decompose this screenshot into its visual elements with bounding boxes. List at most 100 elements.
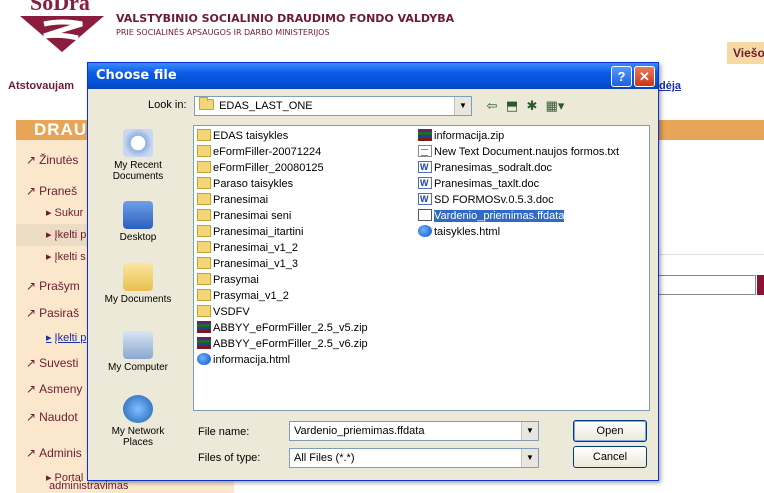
place-desktop[interactable]: Desktop [98,201,178,243]
help-button[interactable]: ? [611,66,632,87]
file-list-item[interactable]: Pranesimai_v1_2 [197,241,298,256]
cancel-button[interactable]: Cancel [573,446,647,468]
file-list-item[interactable]: Pranesimai_itartini [197,225,303,240]
desktop-icon [123,201,153,229]
file-list-item[interactable]: taisykles.html [418,225,500,240]
sidebar-item-label: Žinutės [39,153,79,167]
doc-icon [418,160,432,175]
file-name-value: Vardenio_priemimas.ffdata [294,425,425,437]
file-list-item[interactable]: VSDFV [197,305,250,320]
sodra-logo: SoDra [20,0,104,52]
file-list-item[interactable]: Vardenio_priemimas.ffdata [418,209,565,224]
files-of-type-select[interactable]: All Files (*.*) ▼ [289,448,539,468]
folder-icon [197,257,211,269]
header-subtitle: PRIE SOCIALINĖS APSAUGOS IR DARBO MINIST… [116,28,330,37]
bullet-icon: ▸ [46,229,52,241]
dialog-titlebar[interactable]: Choose file [88,63,658,89]
sidebar-item-label: Naudot [39,410,78,424]
ff-icon [418,209,432,221]
file-list-item[interactable]: Paraso taisykles [197,177,293,192]
chevron-down-icon[interactable]: ▼ [521,422,538,440]
folder-icon [197,209,211,221]
folder-icon [197,161,211,173]
sidebar-item-label: Pasiraš [39,306,80,320]
place-label: My Network Places [111,426,165,448]
atstovaujam-label: Atstovaujam [8,80,75,92]
network-places-icon [123,395,153,423]
folder-icon [197,145,211,157]
places-bar: My Recent Documents Desktop My Documents… [98,125,178,460]
sidebar-item-label: Įkelti p [54,229,87,241]
bullet-icon: ▸ [46,251,52,263]
open-button[interactable]: Open [573,420,647,442]
place-my-documents[interactable]: My Documents [98,263,178,305]
file-name-text: Pranesimas_taxlt.doc [434,178,540,190]
chevron-down-icon[interactable]: ▼ [454,97,471,115]
page-input[interactable] [656,275,756,295]
look-in-select[interactable]: EDAS_LAST_ONE ▼ [194,96,472,116]
sidebar-item-label: Praneš [39,184,78,198]
right-link[interactable]: dėja [659,80,681,92]
file-list-item[interactable]: EDAS taisykles [197,129,288,144]
page-button[interactable] [757,275,764,295]
my-computer-icon [123,331,153,359]
zip-icon [197,321,211,333]
bullet-icon: ▸ [46,332,52,344]
sidebar-item-label: Sukur [54,207,84,219]
file-list-item[interactable]: Prasymai_v1_2 [197,289,289,304]
file-list-item[interactable]: ABBYY_eFormFiller_2.5_v5.zip [197,321,368,336]
file-name-text: Prasymai [213,274,259,286]
folder-icon [199,97,214,110]
file-list-item[interactable]: Pranesimai [197,193,268,208]
place-my-computer[interactable]: My Computer [98,331,178,373]
view-menu-icon[interactable]: ▦▾ [543,98,567,114]
file-list-item[interactable]: Pranesimas_taxlt.doc [418,176,540,192]
close-button[interactable]: ✕ [634,66,655,87]
file-list-item[interactable]: SD FORMOSv.0.5.3.doc [418,192,554,208]
sidebar-item-label: Įkelti s [54,251,86,263]
arrow-icon: ↗ [26,184,37,198]
file-list[interactable]: EDAS taisykles eFormFiller-20071224 eFormF… [193,125,650,411]
folder-icon [197,241,211,253]
file-name-text: ABBYY_eFormFiller_2.5_v5.zip [213,322,368,334]
file-list-item[interactable]: Pranesimai_v1_3 [197,257,298,272]
sidebar-item-label: Adminis [39,446,82,460]
zip-icon [418,129,432,141]
arrow-icon: ↗ [26,153,37,167]
file-list-item[interactable]: informacija.zip [418,129,504,144]
look-in-label: Look in: [148,99,187,111]
chevron-down-icon[interactable]: ▼ [521,449,538,467]
file-name-text: VSDFV [213,306,250,318]
sidebar-item-label: Asmeny [39,382,83,396]
file-list-item[interactable]: New Text Document.naujos formos.txt [418,145,619,160]
folder-icon [197,305,211,317]
file-name-text: Paraso taisykles [213,178,294,190]
file-list-item[interactable]: eFormFiller_20080125 [197,161,324,176]
file-name-text: taisykles.html [434,226,501,238]
file-name-text: Prasymai_v1_2 [213,290,289,302]
file-name-text: informacija.html [213,354,291,366]
file-list-item[interactable]: eFormFiller-20071224 [197,145,321,160]
zip-icon [197,337,211,349]
arrow-icon: ↗ [26,382,37,396]
file-list-item[interactable]: Pranesimai seni [197,209,291,224]
file-list-item[interactable]: Pranesimas_sodralt.doc [418,160,552,176]
file-name-input[interactable]: Vardenio_priemimas.ffdata ▼ [289,421,539,441]
file-list-item[interactable]: informacija.html [197,353,290,368]
logo-text: SoDra [30,0,90,15]
back-icon[interactable]: ⇦ [483,98,501,114]
new-folder-icon[interactable]: ✱ [523,98,541,114]
txt-icon [418,145,432,157]
file-list-item[interactable]: ABBYY_eFormFiller_2.5_v6.zip [197,337,368,352]
place-recent[interactable]: My Recent Documents [98,129,178,182]
up-folder-icon[interactable]: ⬒ [503,98,521,114]
sidebar-item-label: Suvesti [39,356,79,370]
file-name-text: Pranesimai_v1_3 [213,258,298,270]
file-name-text: New Text Document.naujos formos.txt [434,146,620,158]
sidebar-item[interactable]: administravimas [16,480,234,493]
arrow-icon: ↗ [26,356,37,370]
html-icon [418,225,432,237]
viesoji-tab[interactable]: Viešoj [727,42,764,64]
file-list-item[interactable]: Prasymai [197,273,259,288]
place-network[interactable]: My Network Places [98,395,178,448]
